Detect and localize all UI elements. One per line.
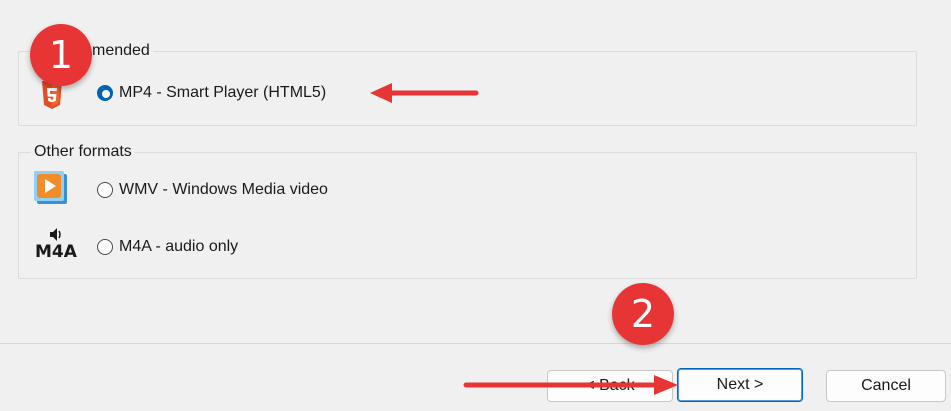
wizard-dialog: mended MP4 - Smart Player (HTML5) Other … xyxy=(0,0,951,411)
dialog-content: mended MP4 - Smart Player (HTML5) Other … xyxy=(0,0,951,344)
step-2-callout: 2 xyxy=(612,283,674,345)
arrow-to-next-icon xyxy=(463,375,678,395)
other-formats-group-title: Other formats xyxy=(31,142,135,162)
m4a-radio[interactable] xyxy=(97,239,113,255)
recommended-group-title: mended xyxy=(89,41,153,61)
other-formats-group: Other formats WMV - Windows Media video xyxy=(18,142,917,279)
wmv-icon xyxy=(33,169,71,212)
m4a-icon-text: M4A xyxy=(35,242,77,262)
wmv-label[interactable]: WMV - Windows Media video xyxy=(119,181,328,199)
m4a-icon: M4A xyxy=(33,225,77,265)
next-button[interactable]: Next > xyxy=(677,368,803,402)
mp4-radio[interactable] xyxy=(97,85,113,101)
option-m4a[interactable]: M4A - audio only xyxy=(97,238,238,256)
option-wmv[interactable]: WMV - Windows Media video xyxy=(97,181,328,199)
step-1-callout: 1 xyxy=(30,24,92,86)
cancel-button[interactable]: Cancel xyxy=(826,370,946,402)
arrow-to-mp4-icon xyxy=(370,83,479,103)
option-mp4[interactable]: MP4 - Smart Player (HTML5) xyxy=(97,84,326,102)
m4a-label[interactable]: M4A - audio only xyxy=(119,238,238,256)
mp4-label[interactable]: MP4 - Smart Player (HTML5) xyxy=(119,84,326,102)
wmv-radio[interactable] xyxy=(97,182,113,198)
